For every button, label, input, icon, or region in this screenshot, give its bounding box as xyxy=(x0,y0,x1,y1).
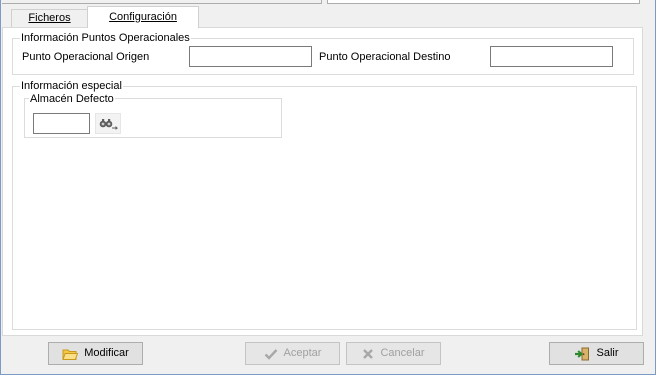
binoculars-search-icon xyxy=(99,118,118,130)
folder-open-icon xyxy=(62,349,79,360)
salir-button[interactable]: Salir xyxy=(549,342,644,365)
tab-ficheros[interactable]: Ficheros xyxy=(11,9,88,28)
aceptar-button[interactable]: Aceptar xyxy=(245,342,340,365)
group-informacion-especial-legend: Información especial xyxy=(20,80,123,92)
aceptar-button-label: Aceptar xyxy=(283,347,322,359)
salir-button-label: Salir xyxy=(596,347,619,359)
tab-ficheros-label: Ficheros xyxy=(28,12,71,24)
cancel-x-icon xyxy=(363,348,374,359)
group-puntos-operacionales-legend: Información Puntos Operacionales xyxy=(20,32,191,44)
cancelar-button[interactable]: Cancelar xyxy=(346,342,441,365)
checkmark-icon xyxy=(264,348,277,360)
origen-input[interactable] xyxy=(189,46,312,67)
cancelar-button-label: Cancelar xyxy=(380,347,425,359)
tab-configuracion-label: Configuración xyxy=(109,11,177,23)
almacen-search-button[interactable] xyxy=(95,113,121,134)
almacen-input[interactable] xyxy=(33,113,90,134)
modificar-button[interactable]: Modificar xyxy=(48,342,143,365)
origen-label: Punto Operacional Origen xyxy=(22,51,150,63)
group-almacen-defecto-legend: Almacén Defecto xyxy=(29,93,115,105)
destino-label: Punto Operacional Destino xyxy=(319,51,451,63)
destino-input[interactable] xyxy=(490,46,613,67)
tab-configuracion[interactable]: Configuración xyxy=(87,6,199,28)
top-right-panel-edge xyxy=(327,0,640,4)
modificar-button-label: Modificar xyxy=(84,347,129,359)
exit-door-icon xyxy=(575,347,590,360)
top-left-panel-edge xyxy=(2,0,322,4)
